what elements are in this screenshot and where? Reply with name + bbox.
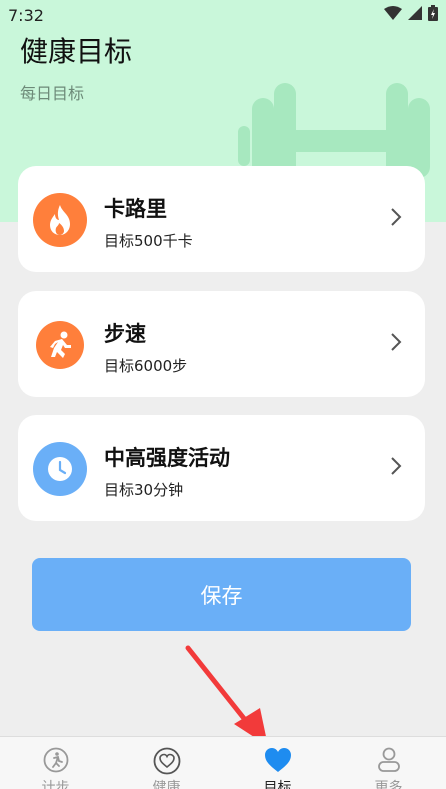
chevron-right-icon — [391, 457, 402, 475]
running-person-icon — [50, 331, 71, 358]
tab-label: 目标 — [263, 780, 292, 789]
person-icon — [377, 747, 400, 772]
goal-card-calories[interactable]: 卡路里 目标500千卡 — [18, 166, 425, 272]
calories-icon-badge — [33, 193, 87, 247]
heart-filled-icon — [264, 748, 291, 772]
flame-icon — [50, 205, 70, 235]
save-button[interactable]: 保存 — [32, 558, 411, 631]
page-subtitle: 每日目标 — [20, 84, 85, 103]
goal-subtitle: 目标500千卡 — [104, 232, 193, 250]
goal-subtitle: 目标6000步 — [104, 357, 188, 375]
goal-card-steps[interactable]: 步速 目标6000步 — [18, 291, 425, 397]
tab-more[interactable]: 更多 — [333, 737, 444, 789]
wifi-icon — [384, 6, 402, 20]
status-time: 7:32 — [8, 6, 44, 25]
dumbbell-icon — [238, 83, 430, 178]
clock-icon — [48, 457, 72, 481]
steps-icon-badge — [36, 321, 84, 369]
goal-title: 卡路里 — [104, 197, 167, 221]
pointer-arrow-icon — [185, 645, 268, 746]
status-bar: 7:32 — [0, 0, 446, 30]
chevron-right-icon — [391, 208, 402, 226]
tab-label: 计步 — [41, 780, 70, 789]
goal-title: 中高强度活动 — [104, 446, 230, 470]
tab-health[interactable]: 健康 — [111, 737, 222, 789]
goal-subtitle: 目标30分钟 — [104, 481, 184, 499]
chevron-right-icon — [391, 333, 402, 351]
tab-label: 更多 — [374, 780, 403, 789]
page-title: 健康目标 — [20, 35, 133, 68]
walking-icon — [43, 747, 68, 773]
battery-icon — [428, 5, 438, 21]
bottom-tab-bar: 计步 健康 目标 更多 — [0, 736, 446, 789]
tab-goals[interactable]: 目标 — [222, 737, 333, 789]
tab-steps[interactable]: 计步 — [0, 737, 111, 789]
heart-outline-icon — [153, 747, 180, 775]
signal-icon — [408, 6, 422, 20]
status-icons — [384, 5, 438, 21]
goal-card-activity[interactable]: 中高强度活动 目标30分钟 — [18, 415, 425, 521]
tab-label: 健康 — [152, 780, 181, 789]
activity-icon-badge — [33, 442, 87, 496]
goal-title: 步速 — [104, 322, 146, 346]
